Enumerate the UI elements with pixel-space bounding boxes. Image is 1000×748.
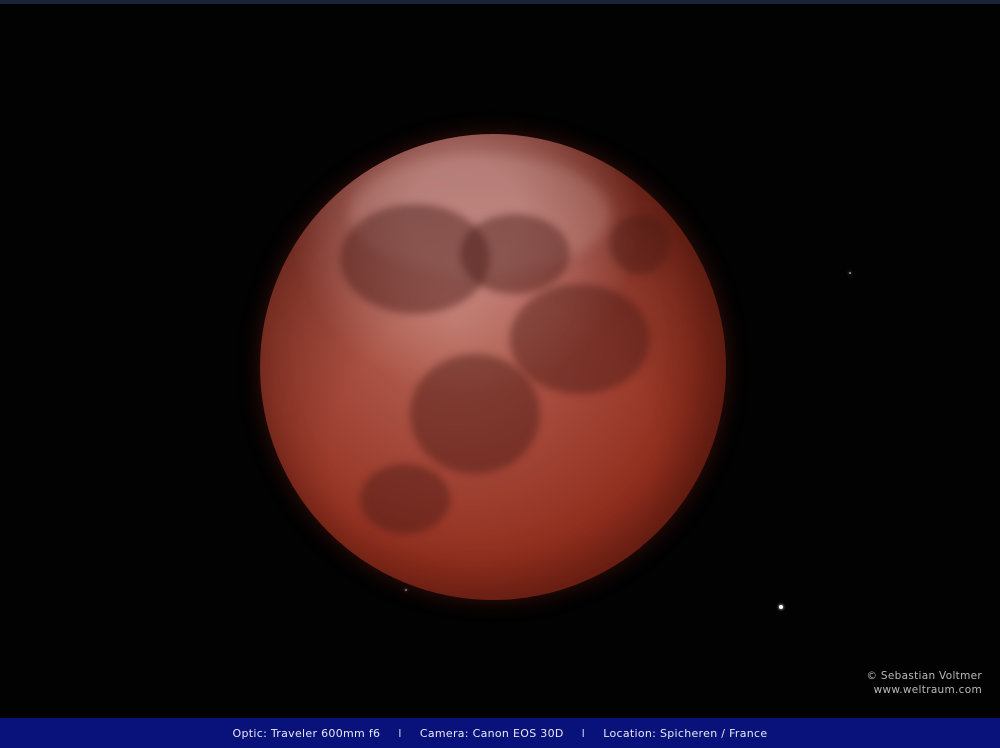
star [779, 605, 783, 609]
star [849, 272, 851, 274]
website-link[interactable]: www.weltraum.com [866, 683, 982, 697]
separator: I [581, 726, 586, 740]
moon-mare [510, 284, 650, 394]
optic-info: Optic: Traveler 600mm f6 [232, 726, 381, 740]
night-sky [0, 4, 1000, 718]
moon-mare [410, 354, 540, 474]
author-credit: © Sebastian Voltmer [866, 670, 982, 682]
separator: I [398, 726, 402, 740]
star [405, 589, 407, 591]
moon-mare [460, 214, 570, 294]
camera-info: Camera: Canon EOS 30D [419, 726, 564, 740]
eclipsed-moon [260, 134, 726, 600]
moon-mare [360, 464, 450, 534]
location-info: Location: Spicheren / France [603, 726, 768, 740]
moon-mare [610, 214, 670, 274]
photo-credit: © Sebastian Voltmer www.weltraum.com [866, 669, 982, 697]
photo-info-bar: Optic: Traveler 600mm f6 I Camera: Canon… [0, 718, 1000, 748]
